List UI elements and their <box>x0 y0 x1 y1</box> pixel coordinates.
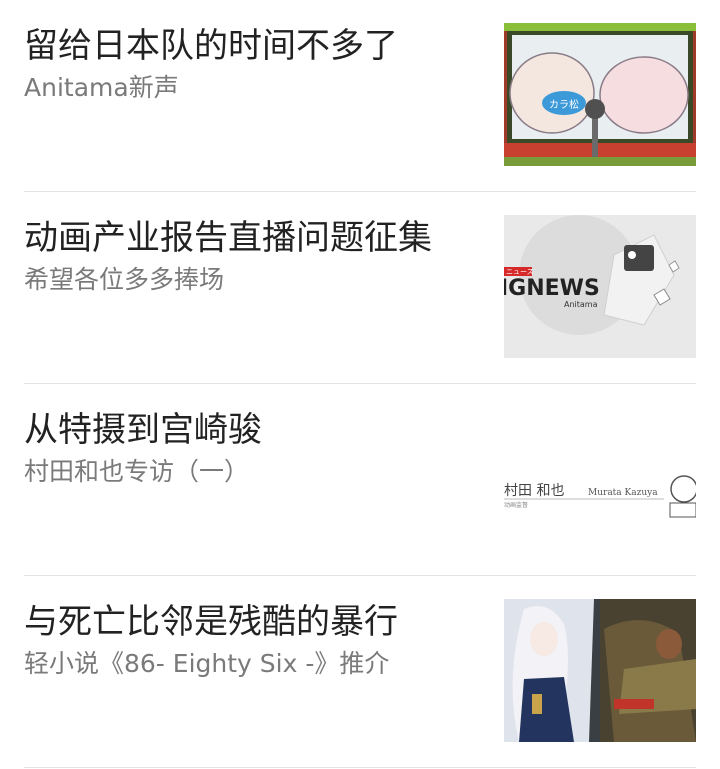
list-item[interactable]: 与死亡比邻是残酷的暴行 轻小说《86- Eighty Six -》推介 <box>24 576 696 768</box>
thumb-name-en: Murata Kazuya <box>588 488 658 498</box>
thumb-role: 动画监督 <box>504 501 528 509</box>
thumb-brand: Anitama <box>564 300 598 309</box>
thumb-badge: ニュース <box>506 268 534 276</box>
article-subtitle: 村田和也专访（一） <box>24 457 250 486</box>
article-subtitle: Anitama新声 <box>24 73 179 102</box>
article-text: 动画产业报告直播问题征集 希望各位多多捧场 <box>24 216 484 300</box>
article-text: 留给日本队的时间不多了 Anitama新声 <box>24 24 484 108</box>
light-novel-cover-image <box>504 599 696 742</box>
thumb-headline: IGNEWS <box>504 276 600 301</box>
list-item[interactable]: 动画产业报告直播问题征集 希望各位多多捧场 ニュース IGNEWS Anitam… <box>24 192 696 384</box>
article-title[interactable]: 与死亡比邻是残酷的暴行 <box>24 600 484 644</box>
article-thumbnail[interactable]: 村田 和也 动画监督 Murata Kazuya <box>504 407 696 550</box>
list-item[interactable]: 从特摄到宫崎骏 村田和也专访（一） 村田 和也 动画监督 Murata Kazu… <box>24 384 696 576</box>
article-thumbnail[interactable]: カラ松 <box>504 23 696 166</box>
thumb-name: 村田 和也 <box>504 483 564 499</box>
article-text: 与死亡比邻是残酷的暴行 轻小说《86- Eighty Six -》推介 <box>24 600 484 684</box>
article-subtitle: 希望各位多多捧场 <box>24 265 225 294</box>
thumb-caption: カラ松 <box>549 98 579 111</box>
anime-karaoke-image: カラ松 <box>504 23 696 166</box>
list-item[interactable]: 留给日本队的时间不多了 Anitama新声 カラ松 <box>24 0 696 192</box>
article-subtitle: 轻小说《86- Eighty Six -》推介 <box>24 649 390 678</box>
article-title[interactable]: 动画产业报告直播问题征集 <box>24 216 484 260</box>
news-banner-image: ニュース IGNEWS Anitama <box>504 215 696 358</box>
article-thumbnail[interactable]: ニュース IGNEWS Anitama <box>504 215 696 358</box>
article-title[interactable]: 留给日本队的时间不多了 <box>24 24 484 68</box>
article-title[interactable]: 从特摄到宫崎骏 <box>24 408 484 452</box>
article-thumbnail[interactable] <box>504 599 696 742</box>
article-text: 从特摄到宫崎骏 村田和也专访（一） <box>24 408 484 492</box>
interview-banner-image: 村田 和也 动画监督 Murata Kazuya <box>504 407 696 550</box>
